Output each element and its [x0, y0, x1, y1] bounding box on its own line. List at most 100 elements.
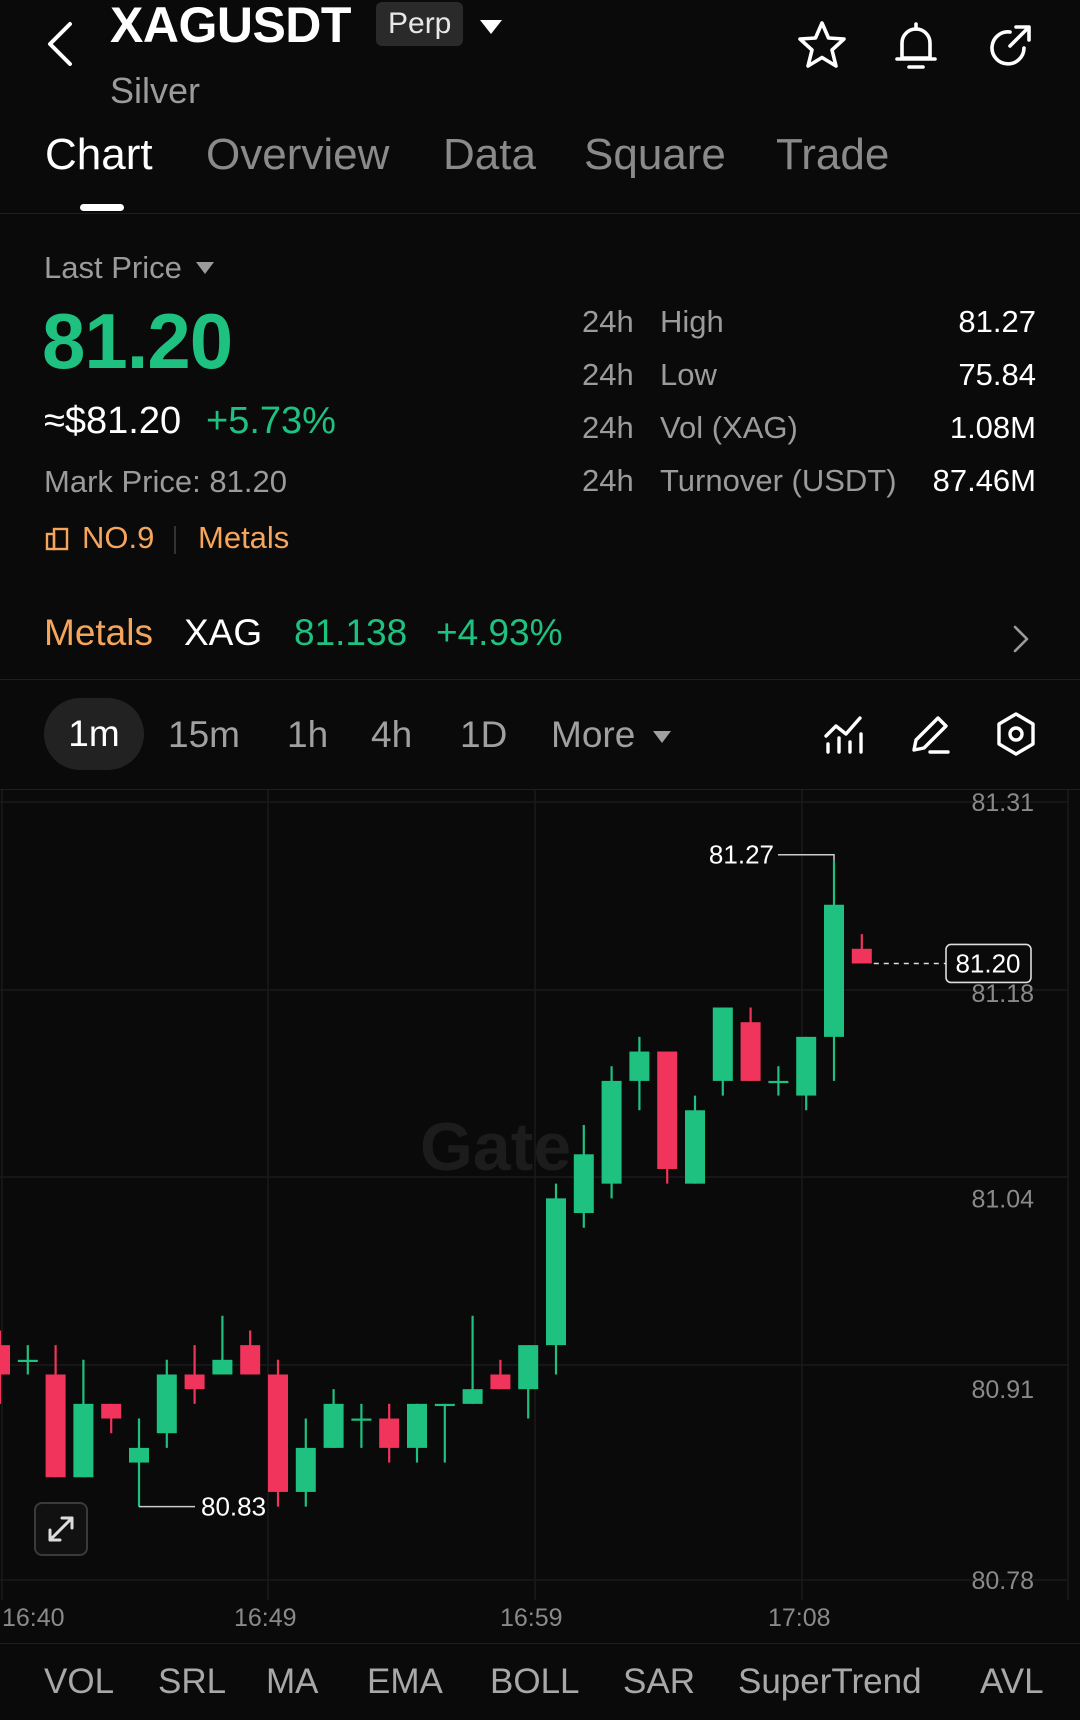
tab-chart[interactable]: Chart [45, 130, 153, 180]
x-tick-label: 16:40 [2, 1604, 65, 1632]
indicator-ema[interactable]: EMA [367, 1662, 443, 1702]
candle-body [184, 1374, 205, 1390]
candle-body [0, 1345, 10, 1375]
stat-row-turnover: 24h Turnover (USDT) 87.46M [582, 463, 1036, 503]
category-tag[interactable]: Metals [198, 520, 289, 556]
candle-body [657, 1051, 678, 1169]
indicator-sar[interactable]: SAR [623, 1662, 695, 1702]
y-tick-label: 80.91 [971, 1376, 1034, 1404]
y-tick-label: 81.18 [971, 980, 1034, 1008]
candlestick-chart[interactable]: Gate 81.31 81.18 81.04 80.91 80.78 81.27 80.8… [0, 789, 1080, 1600]
tab-trade[interactable]: Trade [776, 130, 889, 180]
watermark: Gate [420, 1109, 571, 1185]
indicator-icon[interactable] [820, 710, 868, 758]
stat-name: Turnover (USDT) [660, 463, 897, 498]
tab-data[interactable]: Data [443, 130, 536, 180]
stat-name: Vol (XAG) [660, 410, 798, 445]
symbol-title[interactable]: XAGUSDT [110, 0, 351, 54]
candle-body [629, 1051, 650, 1081]
timeframe-4h[interactable]: 4h [371, 714, 412, 756]
rank-badge[interactable]: NO.9 [82, 520, 154, 556]
usd-price: ≈$81.20 [44, 400, 182, 442]
low-marker-label: 80.83 [201, 1492, 266, 1522]
timeframe-1h[interactable]: 1h [287, 714, 328, 756]
mark-price: Mark Price: 81.20 [44, 464, 287, 499]
timeframe-15m[interactable]: 15m [168, 714, 240, 756]
candle-body [212, 1359, 233, 1375]
tab-overview[interactable]: Overview [206, 130, 389, 180]
candle-body [323, 1403, 344, 1448]
candle-body [685, 1110, 705, 1184]
stat-period: 24h [582, 463, 634, 498]
stat-row-volume: 24h Vol (XAG) 1.08M [582, 410, 1036, 450]
candle-body [740, 1022, 761, 1081]
candle-body [379, 1418, 400, 1448]
star-icon[interactable] [792, 16, 852, 76]
symbol-dropdown-icon[interactable] [476, 14, 506, 38]
current-price-label: 81.20 [955, 948, 1020, 978]
chevron-right-icon[interactable] [1010, 622, 1032, 656]
candle-body [17, 1359, 38, 1363]
caret-down-icon[interactable] [194, 260, 216, 276]
candle-body [240, 1345, 261, 1375]
stat-value: 87.46M [932, 463, 1036, 498]
y-axis-labels: 81.31 81.18 81.04 80.91 80.78 [971, 789, 1034, 1595]
candle-body [712, 1007, 733, 1081]
index-change: +4.93% [436, 612, 563, 653]
stat-period: 24h [582, 410, 634, 445]
stat-period: 24h [582, 357, 634, 392]
candle-body [796, 1036, 817, 1096]
index-symbol: XAG [184, 612, 263, 653]
last-price-label[interactable]: Last Price [44, 250, 182, 286]
x-tick-label: 16:49 [234, 1604, 297, 1632]
indicator-ma[interactable]: MA [266, 1662, 319, 1702]
candle-body [295, 1447, 316, 1492]
stat-name: Low [660, 357, 717, 392]
x-tick-label: 17:08 [768, 1604, 831, 1632]
candle-body [101, 1403, 122, 1419]
stat-value: 81.27 [958, 304, 1036, 339]
back-icon[interactable] [38, 16, 86, 72]
tab-square[interactable]: Square [584, 130, 726, 180]
active-tab-indicator [80, 204, 124, 211]
caret-down-icon[interactable] [652, 730, 672, 744]
expand-chart-icon[interactable] [34, 1502, 88, 1556]
high-marker-label: 81.27 [709, 840, 774, 870]
rank-icon [45, 527, 69, 551]
divider [174, 526, 176, 554]
candle-body [268, 1374, 288, 1492]
stat-period: 24h [582, 304, 634, 339]
draw-pen-icon[interactable] [906, 710, 954, 758]
high-marker-line [778, 853, 835, 861]
stat-row-low: 24h Low 75.84 [582, 357, 1036, 397]
candle-body [768, 1080, 789, 1084]
timeframe-1d[interactable]: 1D [460, 714, 507, 756]
indicator-avl[interactable]: AVL [980, 1662, 1044, 1702]
timeframe-1m[interactable]: 1m [44, 698, 144, 770]
index-row[interactable]: Metals XAG 81.138 +4.93% [0, 596, 1080, 680]
y-tick-label: 81.04 [971, 1185, 1034, 1213]
stat-name: High [660, 304, 724, 339]
candle-body [462, 1389, 483, 1404]
candle-body [73, 1403, 94, 1478]
indicator-boll[interactable]: BOLL [490, 1662, 580, 1702]
chart-canvas[interactable]: Gate 81.31 81.18 81.04 80.91 80.78 81.27 80.8… [0, 789, 1080, 1600]
index-category: Metals [44, 612, 153, 653]
candle-body [824, 904, 844, 1037]
bell-icon[interactable] [886, 16, 946, 76]
contract-type-badge[interactable]: Perp [376, 2, 464, 46]
settings-icon[interactable] [992, 710, 1040, 758]
timeframe-bar: 1m 15m 1h 4h 1D More [0, 680, 1080, 790]
candle-body [851, 948, 872, 964]
x-axis: 16:40 16:49 16:59 17:08 [0, 1600, 1080, 1644]
chart-grid [0, 790, 1069, 1600]
indicator-vol[interactable]: VOL [44, 1662, 114, 1702]
timeframe-more[interactable]: More [551, 714, 635, 756]
share-icon[interactable] [980, 16, 1040, 76]
candle-body [45, 1374, 66, 1478]
indicator-supertrend[interactable]: SuperTrend [738, 1662, 922, 1702]
candle-body [351, 1418, 372, 1421]
indicator-srl[interactable]: SRL [158, 1662, 226, 1702]
candle-body [434, 1403, 455, 1407]
candle-body [407, 1403, 427, 1448]
